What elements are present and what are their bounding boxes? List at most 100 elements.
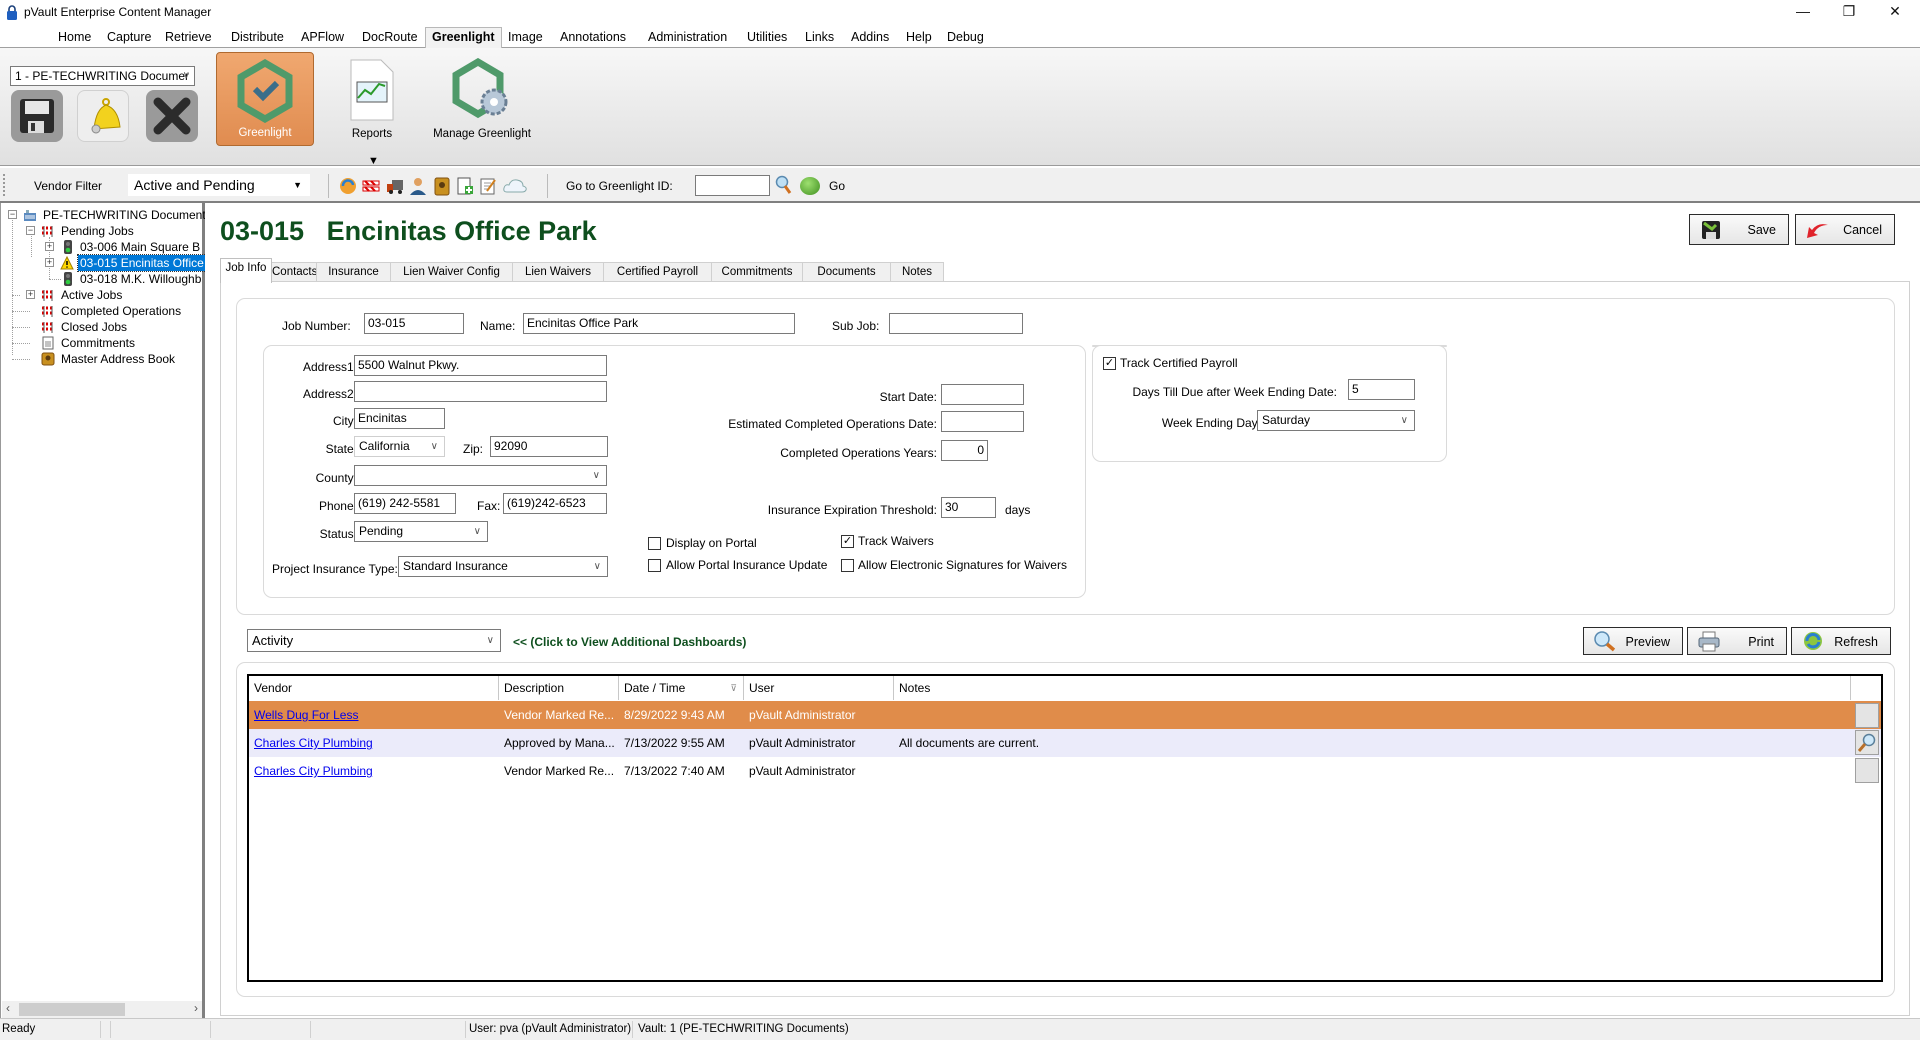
- column-header-vendor[interactable]: Vendor: [249, 676, 499, 700]
- fax-input[interactable]: (619)242-6523: [503, 493, 607, 514]
- expand-toggle[interactable]: +: [45, 258, 54, 267]
- track-waivers-checkbox[interactable]: ✓: [841, 535, 854, 548]
- tree-node-job-selected[interactable]: + 03-015 Encinitas Office: [1, 254, 207, 272]
- goto-greenlight-id-input[interactable]: [695, 175, 770, 196]
- cancel-button[interactable]: Cancel: [1795, 214, 1895, 245]
- address2-input[interactable]: [354, 381, 607, 402]
- completed-years-input[interactable]: 0: [941, 440, 988, 461]
- close-ribbon-button[interactable]: [146, 90, 198, 142]
- column-header-user[interactable]: User: [744, 676, 894, 700]
- allow-esignatures-checkbox[interactable]: [841, 559, 854, 572]
- menu-addins[interactable]: Addins: [847, 30, 893, 44]
- table-row[interactable]: Charles City Plumbing Vendor Marked Re..…: [249, 757, 1881, 785]
- vendor-link[interactable]: Wells Dug For Less: [249, 701, 499, 729]
- menu-administration[interactable]: Administration: [644, 30, 731, 44]
- tab-lien-waivers[interactable]: Lien Waivers: [512, 262, 604, 282]
- vendor-link[interactable]: Charles City Plumbing: [249, 729, 499, 757]
- insurance-type-select[interactable]: Standard Insurance ∨: [398, 556, 608, 577]
- cloud-icon[interactable]: [502, 176, 528, 196]
- user-icon[interactable]: [408, 176, 428, 196]
- column-header-description[interactable]: Description: [499, 676, 619, 700]
- table-row[interactable]: Wells Dug For Less Vendor Marked Re... 8…: [249, 701, 1881, 729]
- tree-node-active-jobs[interactable]: + Active Jobs: [1, 287, 201, 303]
- week-ending-day-select[interactable]: Saturday ∨: [1257, 410, 1415, 431]
- tree-node-commitments[interactable]: Commitments: [1, 335, 201, 351]
- refresh-button[interactable]: Refresh: [1791, 627, 1891, 655]
- menu-retrieve[interactable]: Retrieve: [161, 30, 216, 44]
- barricade-icon[interactable]: [361, 176, 381, 196]
- city-input[interactable]: Encinitas: [354, 408, 445, 429]
- notepad-icon[interactable]: [478, 176, 498, 196]
- additional-dashboards-link[interactable]: << (Click to View Additional Dashboards): [513, 635, 746, 649]
- menu-capture[interactable]: Capture: [103, 30, 155, 44]
- sub-job-input[interactable]: [889, 313, 1023, 334]
- job-number-input[interactable]: 03-015: [364, 313, 464, 334]
- table-row[interactable]: Charles City Plumbing Approved by Mana..…: [249, 729, 1881, 757]
- scroll-right-arrow[interactable]: ›: [194, 1001, 198, 1015]
- allow-portal-insurance-checkbox[interactable]: [648, 559, 661, 572]
- menu-apflow[interactable]: APFlow: [297, 30, 348, 44]
- tab-documents[interactable]: Documents: [802, 262, 891, 282]
- menu-debug[interactable]: Debug: [943, 30, 988, 44]
- tree-node-master-address-book[interactable]: Master Address Book: [1, 351, 201, 367]
- tab-contacts[interactable]: Contacts: [271, 262, 317, 282]
- toolbar-grip[interactable]: [3, 174, 5, 196]
- est-completed-date-input[interactable]: [941, 411, 1024, 432]
- row-view-button[interactable]: [1855, 730, 1879, 755]
- menu-greenlight[interactable]: Greenlight: [425, 27, 502, 49]
- menu-docroute[interactable]: DocRoute: [358, 30, 422, 44]
- row-view-button[interactable]: [1855, 758, 1879, 783]
- menu-help[interactable]: Help: [902, 30, 936, 44]
- collapse-toggle[interactable]: −: [8, 210, 17, 219]
- scroll-left-arrow[interactable]: ‹: [6, 1001, 10, 1015]
- menu-home[interactable]: Home: [54, 30, 95, 44]
- reports-ribbon-button[interactable]: Reports ▼: [323, 52, 421, 167]
- greenlight-ribbon-button[interactable]: Greenlight: [216, 52, 314, 146]
- save-ribbon-button[interactable]: [11, 90, 63, 142]
- tree-horizontal-scrollbar[interactable]: ‹ ›: [2, 1001, 202, 1018]
- tab-certified-payroll[interactable]: Certified Payroll: [603, 262, 712, 282]
- menu-image[interactable]: Image: [504, 30, 547, 44]
- add-document-icon[interactable]: [455, 176, 475, 196]
- restore-button[interactable]: ❐: [1826, 0, 1872, 24]
- menu-utilities[interactable]: Utilities: [743, 30, 791, 44]
- tree-node-pending-jobs[interactable]: − Pending Jobs: [1, 223, 201, 239]
- row-view-button[interactable]: [1855, 703, 1879, 728]
- truck-icon[interactable]: [385, 176, 405, 196]
- tree-node-job[interactable]: + 03-006 Main Square B: [1, 239, 201, 255]
- zip-input[interactable]: 92090: [490, 436, 608, 457]
- address1-input[interactable]: 5500 Walnut Pkwy.: [354, 355, 607, 376]
- vault-select[interactable]: 1 - PE-TECHWRITING Documer ∨: [10, 66, 195, 86]
- tab-job-info[interactable]: Job Info: [220, 258, 272, 283]
- refresh-globe-icon[interactable]: [338, 176, 358, 196]
- tab-notes[interactable]: Notes: [890, 262, 944, 282]
- column-header-datetime[interactable]: Date / Time ⊽: [619, 676, 744, 700]
- menu-annotations[interactable]: Annotations: [556, 30, 630, 44]
- go-green-ball-icon[interactable]: [800, 177, 820, 195]
- phone-input[interactable]: (619) 242-5581: [354, 493, 456, 514]
- name-input[interactable]: Encinitas Office Park: [523, 313, 795, 334]
- days-till-due-input[interactable]: 5: [1348, 379, 1415, 400]
- expand-toggle[interactable]: +: [45, 242, 54, 251]
- go-button[interactable]: Go: [829, 179, 845, 193]
- start-date-input[interactable]: [941, 384, 1024, 405]
- manage-greenlight-ribbon-button[interactable]: Manage Greenlight: [432, 52, 532, 146]
- save-button[interactable]: Save: [1689, 214, 1789, 245]
- menu-links[interactable]: Links: [801, 30, 838, 44]
- collapse-toggle[interactable]: −: [26, 226, 35, 235]
- close-window-button[interactable]: ✕: [1872, 0, 1918, 24]
- display-on-portal-checkbox[interactable]: [648, 537, 661, 550]
- tree-node-closed-jobs[interactable]: Closed Jobs: [1, 319, 201, 335]
- tree-node-completed-operations[interactable]: Completed Operations: [1, 303, 201, 319]
- print-button[interactable]: Print: [1687, 627, 1787, 655]
- minimize-button[interactable]: —: [1780, 0, 1826, 24]
- search-icon[interactable]: [774, 175, 792, 195]
- dashboard-select[interactable]: Activity ∨: [247, 629, 501, 652]
- menu-distribute[interactable]: Distribute: [227, 30, 288, 44]
- expand-toggle[interactable]: +: [26, 290, 35, 299]
- alerts-ribbon-button[interactable]: [77, 90, 129, 142]
- tree-node-root[interactable]: − PE-TECHWRITING Documents: [1, 207, 212, 223]
- state-select[interactable]: California ∨: [354, 436, 445, 457]
- county-select[interactable]: ∨: [354, 465, 607, 486]
- tab-lien-waiver-config[interactable]: Lien Waiver Config: [390, 262, 513, 282]
